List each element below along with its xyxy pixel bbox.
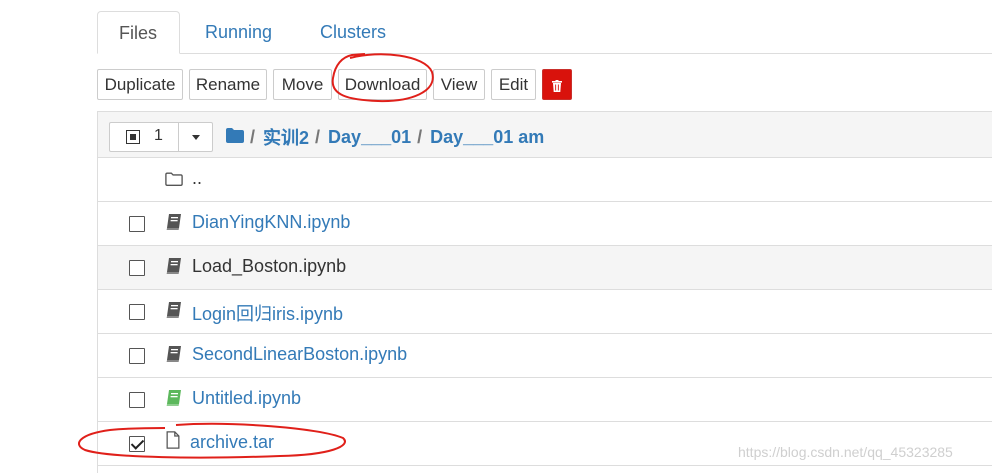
- file-icon: [166, 431, 180, 449]
- select-all-checkbox[interactable]: [126, 130, 140, 144]
- item-name[interactable]: Untitled.ipynb: [192, 388, 301, 409]
- delete-button[interactable]: [542, 69, 572, 100]
- file-list: 1 /实训2/Day___01/Day___01 am .. DianYingK…: [97, 111, 992, 473]
- item-name[interactable]: ..: [192, 168, 202, 189]
- notebook-icon: [166, 258, 181, 274]
- item-checkbox[interactable]: [129, 304, 145, 320]
- item-checkbox[interactable]: [129, 436, 145, 452]
- home-folder-icon[interactable]: [226, 127, 244, 148]
- item-name[interactable]: Load_Boston.ipynb: [192, 256, 346, 277]
- item-checkbox[interactable]: [129, 216, 145, 232]
- item-name[interactable]: archive.tar: [190, 432, 274, 453]
- view-button[interactable]: View: [433, 69, 485, 100]
- breadcrumb-item[interactable]: Day___01: [328, 127, 411, 148]
- folder-icon: [165, 172, 183, 186]
- list-item[interactable]: Untitled.ipynb: [98, 378, 992, 422]
- select-all-dropdown[interactable]: 1: [109, 122, 213, 152]
- notebook-icon: [166, 346, 181, 362]
- list-item[interactable]: SecondLinearBoston.ipynb: [98, 334, 992, 378]
- breadcrumb-item[interactable]: 实训2: [263, 124, 309, 150]
- notebook-icon: [166, 214, 181, 230]
- item-name[interactable]: DianYingKNN.ipynb: [192, 212, 350, 233]
- breadcrumb-item-current[interactable]: Day___01 am: [430, 127, 544, 148]
- edit-button[interactable]: Edit: [491, 69, 536, 100]
- trash-icon: [552, 80, 562, 92]
- breadcrumb: / 实训2/Day___01/Day___01 am: [226, 124, 544, 150]
- caret-down-icon[interactable]: [192, 135, 200, 140]
- tab-clusters[interactable]: Clusters: [299, 11, 407, 53]
- tab-running[interactable]: Running: [184, 11, 293, 53]
- move-button[interactable]: Move: [273, 69, 332, 100]
- selected-count: 1: [154, 127, 163, 144]
- notebook-icon: [166, 302, 181, 318]
- list-item[interactable]: DianYingKNN.ipynb: [98, 202, 992, 246]
- notebook-icon: [166, 390, 181, 406]
- item-checkbox[interactable]: [129, 392, 145, 408]
- list-item[interactable]: ..: [98, 158, 992, 202]
- download-button[interactable]: Download: [338, 69, 427, 100]
- tab-files[interactable]: Files: [97, 11, 180, 54]
- list-header: 1 /实训2/Day___01/Day___01 am: [98, 112, 992, 158]
- tab-bar: Files Running Clusters: [97, 11, 992, 54]
- list-item[interactable]: Login回归iris.ipynb: [98, 290, 992, 334]
- item-checkbox[interactable]: [129, 260, 145, 276]
- watermark: https://blog.csdn.net/qq_45323285: [738, 444, 953, 460]
- rename-button[interactable]: Rename: [189, 69, 267, 100]
- item-name[interactable]: Login回归iris.ipynb: [192, 300, 343, 326]
- list-item[interactable]: Load_Boston.ipynb: [98, 246, 992, 290]
- item-checkbox[interactable]: [129, 348, 145, 364]
- duplicate-button[interactable]: Duplicate: [97, 69, 183, 100]
- item-name[interactable]: SecondLinearBoston.ipynb: [192, 344, 407, 365]
